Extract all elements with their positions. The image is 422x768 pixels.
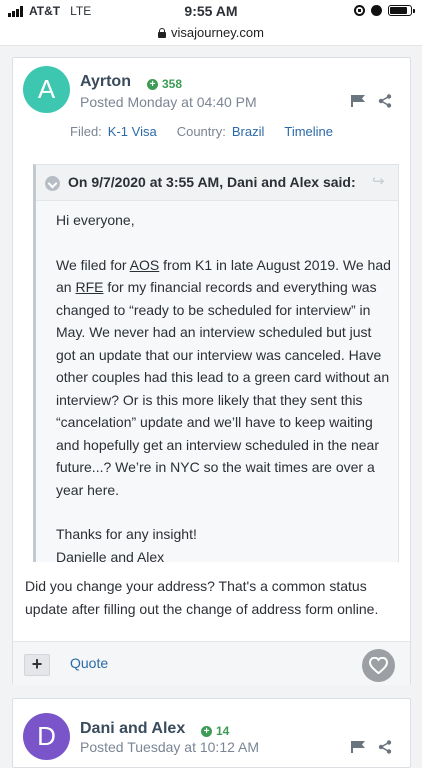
quote-body: Hi everyone, We filed for AOS from K1 in…: [56, 209, 391, 568]
avatar[interactable]: A: [23, 66, 70, 113]
avatar[interactable]: D: [23, 713, 70, 760]
quote-greeting: Hi everyone,: [56, 212, 135, 228]
country-link[interactable]: Brazil: [232, 124, 265, 139]
author-name[interactable]: Dani and Alex: [80, 720, 185, 738]
plus-circle-icon: +: [147, 78, 158, 90]
url-text: visajourney.com: [171, 25, 264, 40]
timeline-link[interactable]: Timeline: [284, 124, 333, 139]
reply-arrow-icon[interactable]: ↪: [372, 174, 388, 189]
battery-icon: [388, 5, 415, 16]
filed-link[interactable]: K-1 Visa: [108, 124, 157, 139]
heart-icon: [369, 657, 388, 674]
flag-icon[interactable]: [351, 741, 366, 753]
forum-post: D Dani and Alex + 14 Posted Tuesday at 1…: [12, 698, 411, 768]
reputation-count: 14: [216, 724, 230, 738]
quote-signature: Danielle and Alex: [56, 548, 165, 565]
chevron-down-icon[interactable]: [45, 176, 60, 191]
multiquote-button[interactable]: +: [24, 654, 50, 676]
plus-circle-icon: +: [201, 725, 212, 737]
share-icon[interactable]: [378, 740, 392, 754]
post-date: Posted Monday at 04:40 PM: [80, 94, 257, 110]
quote-paragraph: We filed for AOS from K1 in late August …: [56, 256, 391, 498]
reputation-badge: + 14: [201, 724, 229, 738]
post-date: Posted Tuesday at 10:12 AM: [80, 739, 260, 755]
quote-header[interactable]: On 9/7/2020 at 3:55 AM, Dani and Alex sa…: [36, 165, 398, 201]
country-label: Country:: [176, 124, 226, 139]
quote-button[interactable]: Quote: [70, 655, 108, 671]
flag-icon[interactable]: [351, 95, 366, 107]
status-right: [354, 5, 415, 16]
post-footer: + Quote: [13, 641, 410, 685]
filed-label: Filed:: [70, 124, 102, 139]
reputation-badge: + 358: [147, 77, 182, 91]
post-header: A Ayrton + 358 Posted Monday at 04:40 PM…: [13, 58, 410, 153]
reputation-count: 358: [162, 77, 183, 91]
like-button[interactable]: [362, 649, 395, 682]
post-content: Did you change your address? That's a co…: [25, 578, 379, 617]
status-bar: AT&T LTE 9:55 AM: [0, 0, 422, 24]
rotation-lock-icon: [354, 5, 365, 16]
quote-thanks: Thanks for any insight!: [56, 526, 197, 542]
forum-post: A Ayrton + 358 Posted Monday at 04:40 PM…: [12, 57, 411, 685]
quote-block: On 9/7/2020 at 3:55 AM, Dani and Alex sa…: [33, 164, 399, 565]
author-name[interactable]: Ayrton: [80, 73, 131, 91]
rfe-link[interactable]: RFE: [75, 279, 103, 295]
address-bar[interactable]: visajourney.com: [0, 24, 422, 46]
filed-info: Filed: K-1 Visa Country: Brazil Timeline: [70, 124, 333, 139]
quote-citation: On 9/7/2020 at 3:55 AM, Dani and Alex sa…: [68, 174, 356, 190]
aos-link[interactable]: AOS: [130, 257, 160, 273]
share-icon[interactable]: [378, 94, 392, 108]
alarm-icon: [371, 5, 382, 16]
padlock-icon: [158, 27, 167, 38]
